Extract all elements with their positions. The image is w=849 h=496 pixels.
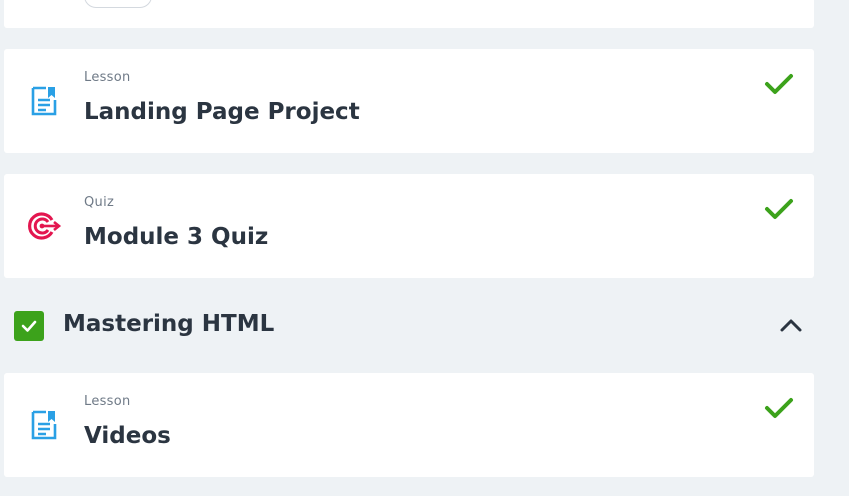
section-header[interactable]: Mastering HTML	[4, 300, 814, 350]
completed-check-icon	[765, 74, 793, 94]
item-type-label: Lesson	[84, 394, 131, 409]
section-title: Mastering HTML	[63, 311, 275, 337]
section-completed-checkbox	[14, 311, 44, 341]
quiz-item-card[interactable]: Quiz Module 3 Quiz	[4, 174, 814, 278]
item-type-label: Lesson	[84, 70, 131, 85]
item-title[interactable]: Module 3 Quiz	[84, 224, 268, 250]
completed-check-icon	[765, 199, 793, 219]
lesson-document-icon	[31, 410, 57, 440]
item-title[interactable]: Videos	[84, 423, 171, 449]
lesson-item-card[interactable]: Lesson Videos	[4, 373, 814, 477]
chevron-up-icon[interactable]	[774, 310, 808, 342]
previous-item-button[interactable]	[84, 0, 152, 8]
item-type-label: Quiz	[84, 195, 115, 210]
item-title[interactable]: Landing Page Project	[84, 99, 360, 125]
completed-check-icon	[765, 398, 793, 418]
previous-item-card	[4, 0, 814, 28]
lesson-item-card[interactable]: Lesson Landing Page Project	[4, 49, 814, 153]
lesson-document-icon	[31, 86, 57, 116]
quiz-target-icon	[28, 212, 62, 240]
check-icon	[21, 320, 37, 332]
course-outline: Lesson Landing Page Project Quiz Module …	[0, 0, 849, 496]
